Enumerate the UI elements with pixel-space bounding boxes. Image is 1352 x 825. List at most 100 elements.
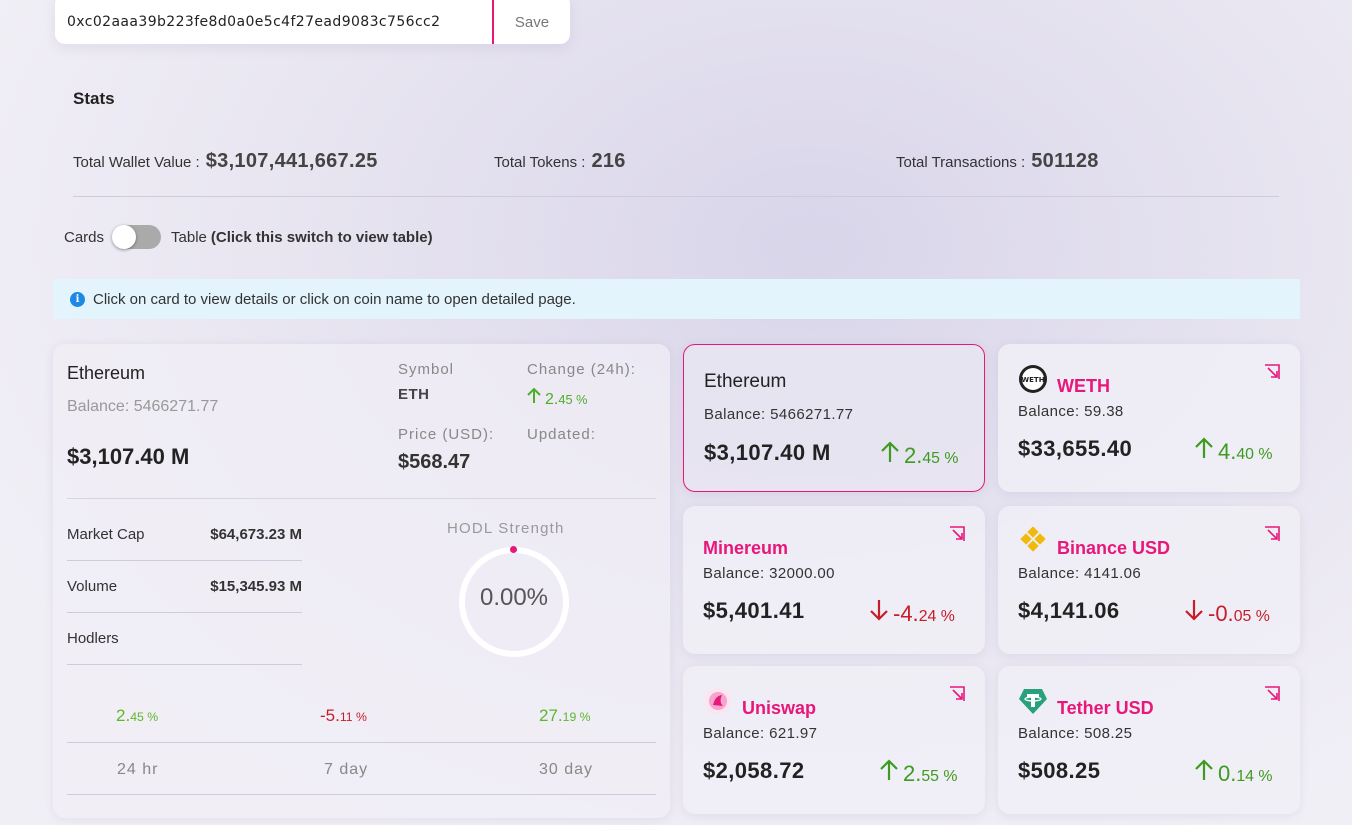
open-external-icon[interactable] — [1264, 526, 1280, 542]
card-change: -0. 05 % — [1184, 599, 1270, 627]
view-toggle-switch[interactable] — [112, 225, 162, 249]
total-tokens-value: 216 — [591, 150, 626, 172]
open-external-icon[interactable] — [949, 526, 965, 542]
card-change: 0. 14 % — [1194, 759, 1272, 787]
card-coin-name[interactable]: Binance USD — [1057, 538, 1170, 559]
view-toggle-row: Cards Table (Click this switch to view t… — [64, 225, 433, 249]
metric-value: $64,673.23 M — [210, 526, 302, 543]
card-balance: Balance: 5466271.77 — [704, 406, 854, 423]
stats-divider — [73, 196, 1279, 197]
perf-int: 27. — [539, 706, 563, 725]
binance-usd-logo-icon — [1020, 526, 1046, 552]
total-wallet-value-stat: Total Wallet Value : $3,107,441,667.25 — [73, 150, 378, 173]
change-int: -4. — [893, 601, 919, 626]
arrow-down-icon — [1185, 600, 1203, 621]
total-transactions-stat: Total Transactions : 501128 — [896, 150, 1099, 173]
change-label: Change (24h): — [527, 361, 636, 378]
card-value: $33,655.40 — [1018, 436, 1133, 461]
symbol-label: Symbol — [398, 361, 455, 378]
updated-label: Updated: — [527, 426, 596, 443]
detail-value: $3,107.40 M — [67, 444, 190, 469]
arrow-up-icon — [527, 388, 541, 403]
total-wallet-value: $3,107,441,667.25 — [205, 150, 378, 172]
weth-logo-icon: WETH — [1019, 365, 1047, 393]
card-value: $4,141.06 — [1018, 598, 1120, 623]
coin-detail-panel: Ethereum Balance: 5466271.77 $3,107.40 M… — [53, 344, 670, 818]
arrow-up-icon — [880, 759, 898, 780]
total-wallet-value-label: Total Wallet Value : — [73, 154, 200, 171]
perf-30d-change: 27. 19 % — [539, 706, 591, 726]
arrow-up-icon — [881, 441, 899, 462]
metric-value: $15,345.93 M — [210, 578, 302, 595]
price-value: $568.47 — [398, 451, 471, 473]
toggle-hint: (Click this switch to view table) — [210, 228, 433, 246]
info-text: Click on card to view details or click o… — [93, 290, 576, 308]
total-transactions-value: 501128 — [1031, 150, 1099, 172]
coin-card-weth[interactable]: WETH WETH Balance: 59.38 $33,655.40 4. 40… — [998, 344, 1300, 492]
card-value: $508.25 — [1018, 758, 1101, 783]
toggle-knob — [112, 225, 137, 249]
hodl-strength-value: 0.00% — [479, 584, 549, 611]
card-balance: Balance: 621.97 — [703, 725, 818, 742]
card-coin-name[interactable]: Tether USD — [1057, 698, 1154, 719]
coin-card-uniswap[interactable]: Uniswap Balance: 621.97 $2,058.72 2. 55 % — [683, 666, 985, 814]
detail-coin-name[interactable]: Ethereum — [67, 363, 145, 384]
detail-change: 2. 45 % — [527, 388, 588, 409]
coin-card-binance-usd[interactable]: Binance USD Balance: 4141.06 $4,141.06 -… — [998, 506, 1300, 654]
change-int: -0. — [1208, 601, 1234, 626]
total-transactions-label: Total Transactions : — [896, 154, 1026, 171]
change-int: 2. — [904, 443, 923, 468]
card-coin-name[interactable]: Uniswap — [742, 698, 816, 719]
coin-card-ethereum[interactable]: Ethereum Balance: 5466271.77 $3,107.40 M… — [683, 344, 985, 492]
symbol-value: ETH — [398, 386, 430, 403]
arrow-up-icon — [1195, 437, 1213, 458]
card-coin-name[interactable]: Ethereum — [704, 371, 786, 393]
svg-text:WETH: WETH — [1021, 376, 1044, 384]
change-int: 0. — [1218, 761, 1237, 786]
cards-label: Cards — [64, 228, 105, 246]
card-balance: Balance: 32000.00 — [703, 565, 835, 582]
card-coin-name[interactable]: WETH — [1057, 376, 1110, 397]
metric-row: Market Cap $64,673.23 M — [67, 509, 302, 561]
metric-label: Hodlers — [67, 630, 119, 647]
change-dec: 40 % — [1236, 446, 1273, 463]
perf-dec: 19 % — [562, 710, 591, 724]
table-label: Table — [171, 228, 207, 246]
change-dec: 14 % — [1236, 768, 1273, 785]
period-30d: 30 day — [539, 761, 594, 778]
card-change: -4. 24 % — [869, 599, 955, 627]
total-tokens-label: Total Tokens : — [494, 154, 586, 171]
open-external-icon[interactable] — [1264, 686, 1280, 702]
hodl-gauge-indicator — [510, 546, 517, 553]
price-label: Price (USD): — [398, 426, 495, 443]
arrow-down-icon — [870, 600, 888, 621]
arrow-up-icon — [1195, 759, 1213, 780]
period-24h: 24 hr — [117, 761, 159, 778]
detail-balance: Balance: 5466271.77 — [67, 398, 219, 415]
card-value: $3,107.40 M — [704, 440, 831, 465]
change-int: 2. — [903, 761, 922, 786]
coin-card-minereum[interactable]: Minereum Balance: 32000.00 $5,401.41 -4.… — [683, 506, 985, 654]
detail-divider — [67, 498, 656, 499]
total-tokens-stat: Total Tokens : 216 — [494, 150, 626, 173]
card-balance: Balance: 508.25 — [1018, 725, 1133, 742]
tether-logo-icon — [1019, 689, 1047, 714]
metric-label: Volume — [67, 578, 118, 595]
metric-row: Volume $15,345.93 M — [67, 561, 302, 613]
wallet-address-input[interactable]: 0xc02aaa39b223fe8d0a0e5c4f27ead9083c756c… — [55, 8, 492, 30]
card-value: $5,401.41 — [703, 598, 805, 623]
card-value: $2,058.72 — [703, 758, 805, 783]
open-external-icon[interactable] — [1264, 364, 1280, 380]
perf-int: -5. — [320, 706, 340, 725]
uniswap-logo-icon — [705, 688, 731, 714]
card-change: 4. 40 % — [1194, 437, 1272, 465]
period-7d: 7 day — [324, 761, 369, 778]
perf-7d-change: -5. 11 % — [320, 706, 367, 726]
stats-title: Stats — [73, 89, 115, 108]
perf-24h-change: 2. 45 % — [116, 706, 158, 726]
save-button[interactable]: Save — [494, 8, 570, 31]
coin-card-tether-usd[interactable]: Tether USD Balance: 508.25 $508.25 0. 14 … — [998, 666, 1300, 814]
metric-row: Hodlers — [67, 613, 302, 665]
card-coin-name[interactable]: Minereum — [703, 538, 788, 559]
open-external-icon[interactable] — [949, 686, 965, 702]
